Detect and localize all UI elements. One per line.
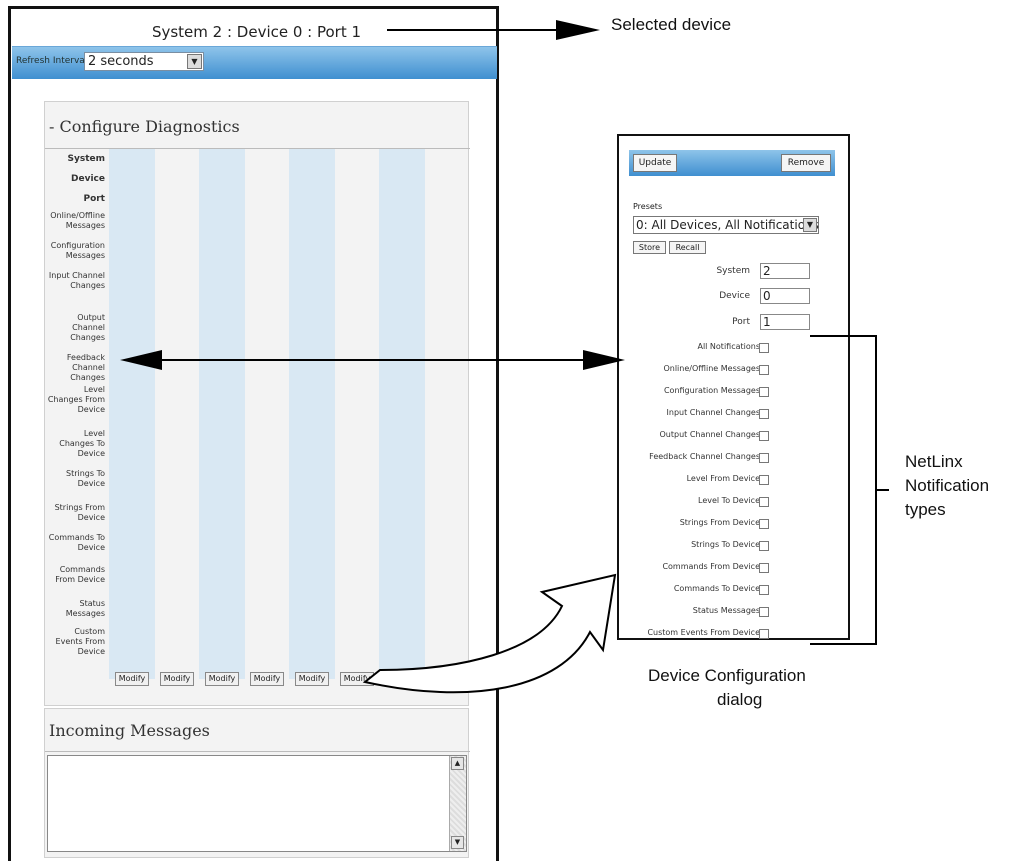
netlinx-annotation-line1: NetLinx xyxy=(905,452,963,471)
curved-callout-arrow xyxy=(362,573,617,694)
dialog-annotation-line1: Device Configuration xyxy=(648,666,806,685)
annotation-arrows xyxy=(120,20,889,694)
selected-device-arrowhead xyxy=(556,20,600,40)
dialog-annotation-line2: dialog xyxy=(717,690,763,709)
netlinx-annotation-line2: Notification xyxy=(905,476,990,495)
selected-device-annotation: Selected device xyxy=(611,15,732,34)
double-arrowhead-right xyxy=(583,350,625,370)
double-arrowhead-left xyxy=(120,350,162,370)
notification-bracket xyxy=(810,335,877,645)
netlinx-annotation-line3: types xyxy=(905,500,946,519)
